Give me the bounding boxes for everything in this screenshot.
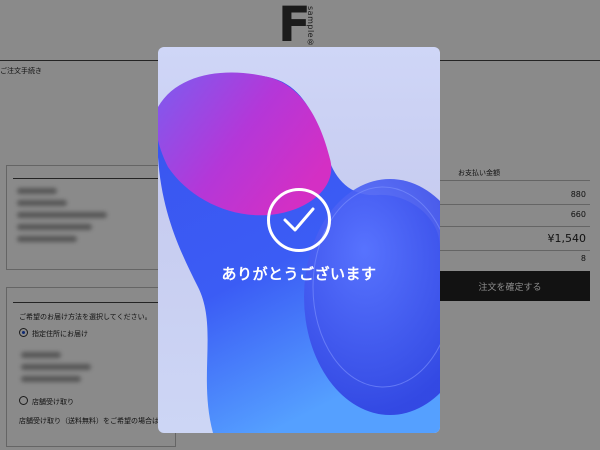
thank-you-message: ありがとうございます: [221, 265, 377, 283]
thank-you-modal: ありがとうございます: [158, 47, 440, 433]
success-check-icon: [267, 188, 331, 252]
